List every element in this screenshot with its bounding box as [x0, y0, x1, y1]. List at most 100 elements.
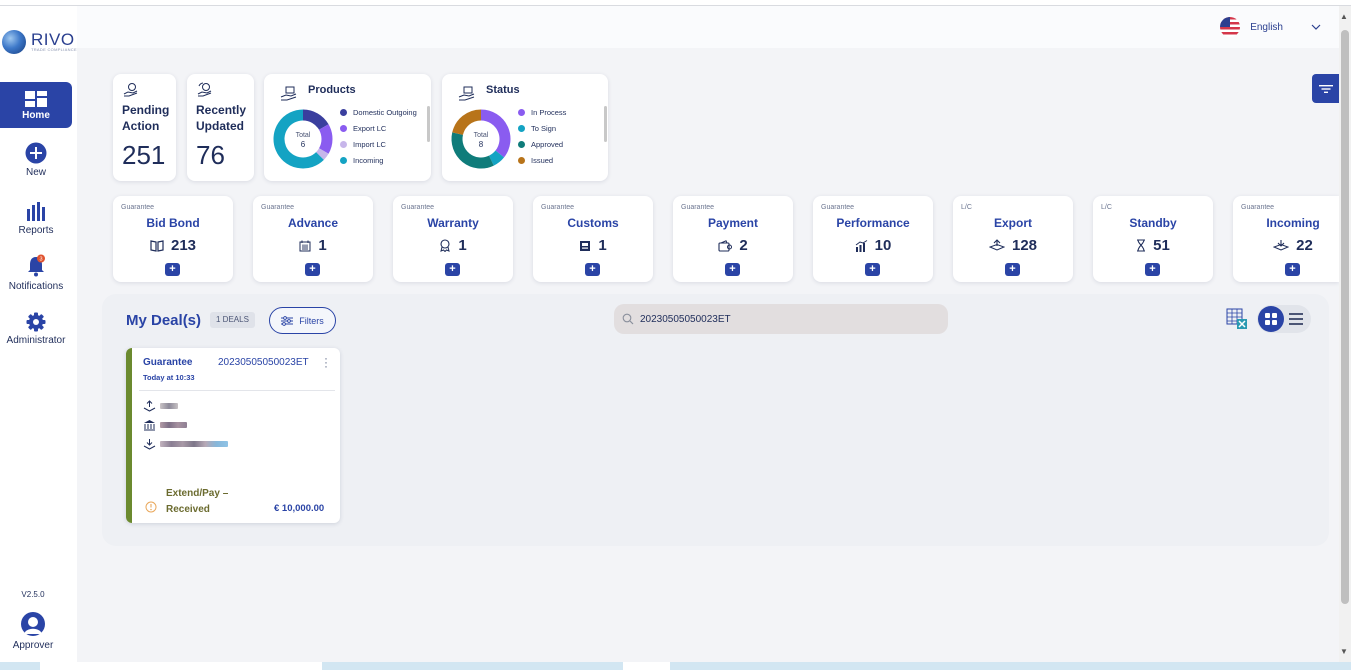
sidebar-item-notifications[interactable]: 3 Notifications — [0, 254, 72, 292]
chart-title: Products — [308, 84, 356, 96]
search-input[interactable] — [640, 313, 930, 325]
sidebar-item-reports[interactable]: Reports — [0, 200, 72, 236]
notification-badge: 3 — [39, 257, 42, 263]
legend-scrollbar[interactable] — [427, 106, 430, 142]
product-count-row: 1 — [393, 237, 513, 254]
chart-title: Status — [486, 84, 520, 96]
deals-count-badge: 1 DEALS — [210, 312, 255, 328]
product-category: Guarantee — [401, 204, 435, 211]
status-chart-card[interactable]: Status Total 8 In Process To Sign Approv… — [442, 74, 608, 181]
filters-button[interactable]: Filters — [269, 307, 336, 334]
scroll-up-arrow-icon[interactable]: ▲ — [1340, 12, 1348, 21]
add-warranty-button[interactable]: + — [445, 263, 460, 276]
add-performance-button[interactable]: + — [865, 263, 880, 276]
legend-scrollbar[interactable] — [604, 106, 607, 142]
product-count: 2 — [739, 237, 748, 254]
hand-money-icon — [458, 86, 475, 101]
filter-panel-button[interactable] — [1312, 74, 1340, 103]
deal-status-stripe — [126, 348, 132, 523]
plus-circle-icon — [25, 142, 47, 164]
legend-item[interactable]: To Sign — [518, 124, 604, 134]
language-selector[interactable]: English — [1220, 16, 1321, 38]
status-donut-chart: Total 8 — [451, 109, 511, 169]
product-card-bid-bond[interactable]: Guarantee Bid Bond 213 + — [113, 196, 233, 282]
excel-export-icon[interactable] — [1226, 308, 1248, 330]
redacted-text — [160, 403, 178, 409]
product-name: Bid Bond — [146, 216, 200, 230]
product-card-advance[interactable]: Guarantee Advance 1 + — [253, 196, 373, 282]
chart-up-icon — [855, 239, 867, 252]
us-flag-icon — [1220, 17, 1241, 37]
legend-item[interactable]: Import LC — [340, 140, 426, 150]
deal-amount: € 10,000.00 — [274, 503, 325, 514]
my-deals-panel: My Deal(s) 1 DEALS Filters Guarantee 202… — [102, 294, 1329, 546]
donut-slice-domestic-outgoing[interactable] — [302, 109, 329, 131]
product-count-row: 22 — [1233, 237, 1351, 254]
product-count: 10 — [874, 237, 892, 254]
hand-money-icon — [280, 86, 297, 101]
sidebar-item-new[interactable]: New — [0, 142, 72, 178]
add-export-button[interactable]: + — [1005, 263, 1020, 276]
grid-view-button[interactable] — [1258, 306, 1284, 332]
products-chart-card[interactable]: Products Total 6 Domestic Outgoing Expor… — [264, 74, 431, 181]
stat-title: Pending Action — [122, 103, 170, 133]
legend-item[interactable]: In Process — [518, 108, 604, 118]
product-count-row: 213 — [113, 237, 233, 254]
deal-card[interactable]: Guarantee 20230505050023ET · · · Today at … — [126, 348, 340, 523]
legend-item[interactable]: Approved — [518, 140, 604, 150]
product-category: Guarantee — [261, 204, 295, 211]
products-legend: Domestic Outgoing Export LC Import LC In… — [340, 108, 426, 172]
product-card-export[interactable]: L/C Export 128 + — [953, 196, 1073, 282]
legend-dot — [518, 141, 525, 148]
sidebar-item-home[interactable]: Home — [0, 82, 72, 128]
product-category: Guarantee — [1241, 204, 1275, 211]
more-options-icon[interactable]: · · · — [324, 352, 328, 372]
recently-updated-card[interactable]: Recently Updated 76 — [187, 74, 254, 181]
deal-search-box[interactable] — [614, 304, 948, 334]
product-name: Customs — [567, 216, 619, 230]
product-count: 22 — [1296, 237, 1313, 254]
list-view-icon[interactable] — [1288, 311, 1304, 327]
add-standby-button[interactable]: + — [1145, 263, 1160, 276]
bank-icon — [144, 420, 155, 431]
page-scrollbar-thumb[interactable] — [1341, 30, 1349, 604]
legend-item[interactable]: Domestic Outgoing — [340, 108, 426, 118]
sidebar-item-label: Reports — [18, 225, 54, 236]
redacted-text — [160, 441, 228, 447]
product-card-standby[interactable]: L/C Standby 51 + — [1093, 196, 1213, 282]
product-card-warranty[interactable]: Guarantee Warranty 1 + — [393, 196, 513, 282]
user-profile[interactable]: Approver — [0, 612, 66, 651]
donut-slice-issued[interactable] — [452, 109, 482, 136]
donut-slice-import-lc[interactable] — [315, 148, 329, 160]
add-advance-button[interactable]: + — [305, 263, 320, 276]
product-category: L/C — [1101, 204, 1112, 211]
deal-timestamp: Today at 10:33 — [143, 373, 195, 382]
legend-dot — [340, 141, 347, 148]
product-card-customs[interactable]: Guarantee Customs 1 + — [533, 196, 653, 282]
add-incoming-button[interactable]: + — [1285, 263, 1300, 276]
app-logo[interactable]: RIVO TRADE COMPLIANCE — [0, 26, 77, 56]
hourglass-icon — [1137, 239, 1146, 252]
add-bid-bond-button[interactable]: + — [165, 263, 180, 276]
search-icon — [622, 313, 634, 325]
top-header: English — [77, 6, 1339, 48]
taskbar-segment — [623, 662, 670, 670]
donut-center-label: Total — [474, 132, 489, 139]
add-payment-button[interactable]: + — [725, 263, 740, 276]
product-card-performance[interactable]: Guarantee Performance 10 + — [813, 196, 933, 282]
donut-slice-export-lc[interactable] — [318, 124, 333, 154]
legend-item[interactable]: Export LC — [340, 124, 426, 134]
pending-action-card[interactable]: Pending Action 251 — [113, 74, 176, 181]
sidebar-item-administrator[interactable]: Administrator — [0, 312, 72, 346]
add-customs-button[interactable]: + — [585, 263, 600, 276]
product-card-incoming[interactable]: Guarantee Incoming 22 + — [1233, 196, 1339, 282]
product-category: Guarantee — [541, 204, 575, 211]
product-card-payment[interactable]: Guarantee Payment 2 + — [673, 196, 793, 282]
donut-center-label: Total — [296, 132, 311, 139]
stat-title: Recently Updated — [196, 103, 247, 133]
donut-slice-to-sign[interactable] — [488, 150, 505, 166]
scroll-down-arrow-icon[interactable]: ▼ — [1340, 647, 1348, 656]
legend-item[interactable]: Incoming — [340, 156, 426, 166]
legend-item[interactable]: Issued — [518, 156, 604, 166]
language-label: English — [1250, 21, 1283, 33]
